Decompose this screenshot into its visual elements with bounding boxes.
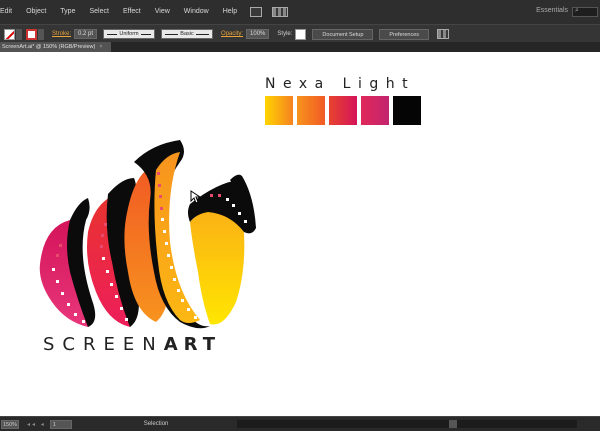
style-label: Style: [277,31,293,37]
menu-bar: Edit Object Type Select Effect View Wind… [0,0,600,24]
menu-edit[interactable]: Edit [0,0,19,24]
logo-word-light: SCREEN [43,334,164,355]
horizontal-scrollbar[interactable] [237,420,577,428]
artboard-nav-arrows[interactable]: ◂◂ ◂ [27,421,46,428]
artboard-canvas[interactable]: Nexa Light SCREENART [0,52,600,416]
scrollbar-thumb[interactable] [449,420,457,428]
document-tab-strip: ScreenArt.ai* @ 150% (RGB/Preview) × [0,42,600,52]
stroke-weight-field[interactable]: 0.2 pt [74,29,98,39]
bridge-icon[interactable] [250,7,263,17]
fill-dropdown-arrow[interactable] [16,28,22,40]
color-swatch-4[interactable] [361,96,389,125]
zoom-field[interactable]: 150% [1,419,19,429]
logo-wordmark: SCREENART [43,334,221,355]
color-swatch-5[interactable] [393,96,421,125]
menu-effect[interactable]: Effect [116,0,148,24]
status-bar: 150% ◂◂ ◂ 1 Selection [0,416,600,431]
close-icon[interactable]: × [99,44,102,50]
stroke-dropdown-arrow[interactable] [38,28,44,40]
document-tab-title: ScreenArt.ai* @ 150% (RGB/Preview) [2,44,96,50]
panel-menu-icon[interactable] [437,29,450,39]
palette-title: Nexa Light [265,76,416,92]
arrange-documents-icon[interactable] [272,7,289,17]
menu-object[interactable]: Object [19,0,53,24]
opacity-field[interactable]: 100% [246,29,270,39]
help-search-input[interactable]: ⌕ [572,7,598,17]
menu-help[interactable]: Help [216,0,244,24]
preferences-button[interactable]: Preferences [379,28,430,40]
artboard-number-field[interactable]: 1 [49,419,72,429]
profile-label: Uniform [117,31,141,37]
color-swatch-2[interactable] [297,96,325,125]
color-swatch-1[interactable] [265,96,293,125]
search-icon: ⌕ [575,7,579,14]
brush-definition[interactable]: Basic [161,29,214,39]
stroke-swatch[interactable] [26,28,37,40]
stroke-label[interactable]: Stroke: [52,31,71,37]
workspace-switcher[interactable]: Essentials [536,7,568,14]
fill-swatch[interactable] [4,28,15,40]
color-swatch-3[interactable] [329,96,357,125]
graphic-style-swatch[interactable] [295,28,307,40]
menu-select[interactable]: Select [82,0,115,24]
brush-label: Basic [178,31,196,37]
menu-view[interactable]: View [148,0,177,24]
menu-window[interactable]: Window [177,0,216,24]
control-bar: Stroke: 0.2 pt Uniform Basic Opacity: 10… [0,24,600,44]
film-strip-logo[interactable] [30,132,270,332]
mouse-pointer-icon [190,190,202,204]
document-tab[interactable]: ScreenArt.ai* @ 150% (RGB/Preview) × [0,42,111,52]
logo-word-bold: ART [163,334,221,355]
document-setup-button[interactable]: Document Setup [312,28,374,40]
menu-type[interactable]: Type [53,0,82,24]
current-tool-status: Selection [143,421,169,427]
opacity-label[interactable]: Opacity: [221,31,243,37]
variable-width-profile[interactable]: Uniform [103,29,156,39]
